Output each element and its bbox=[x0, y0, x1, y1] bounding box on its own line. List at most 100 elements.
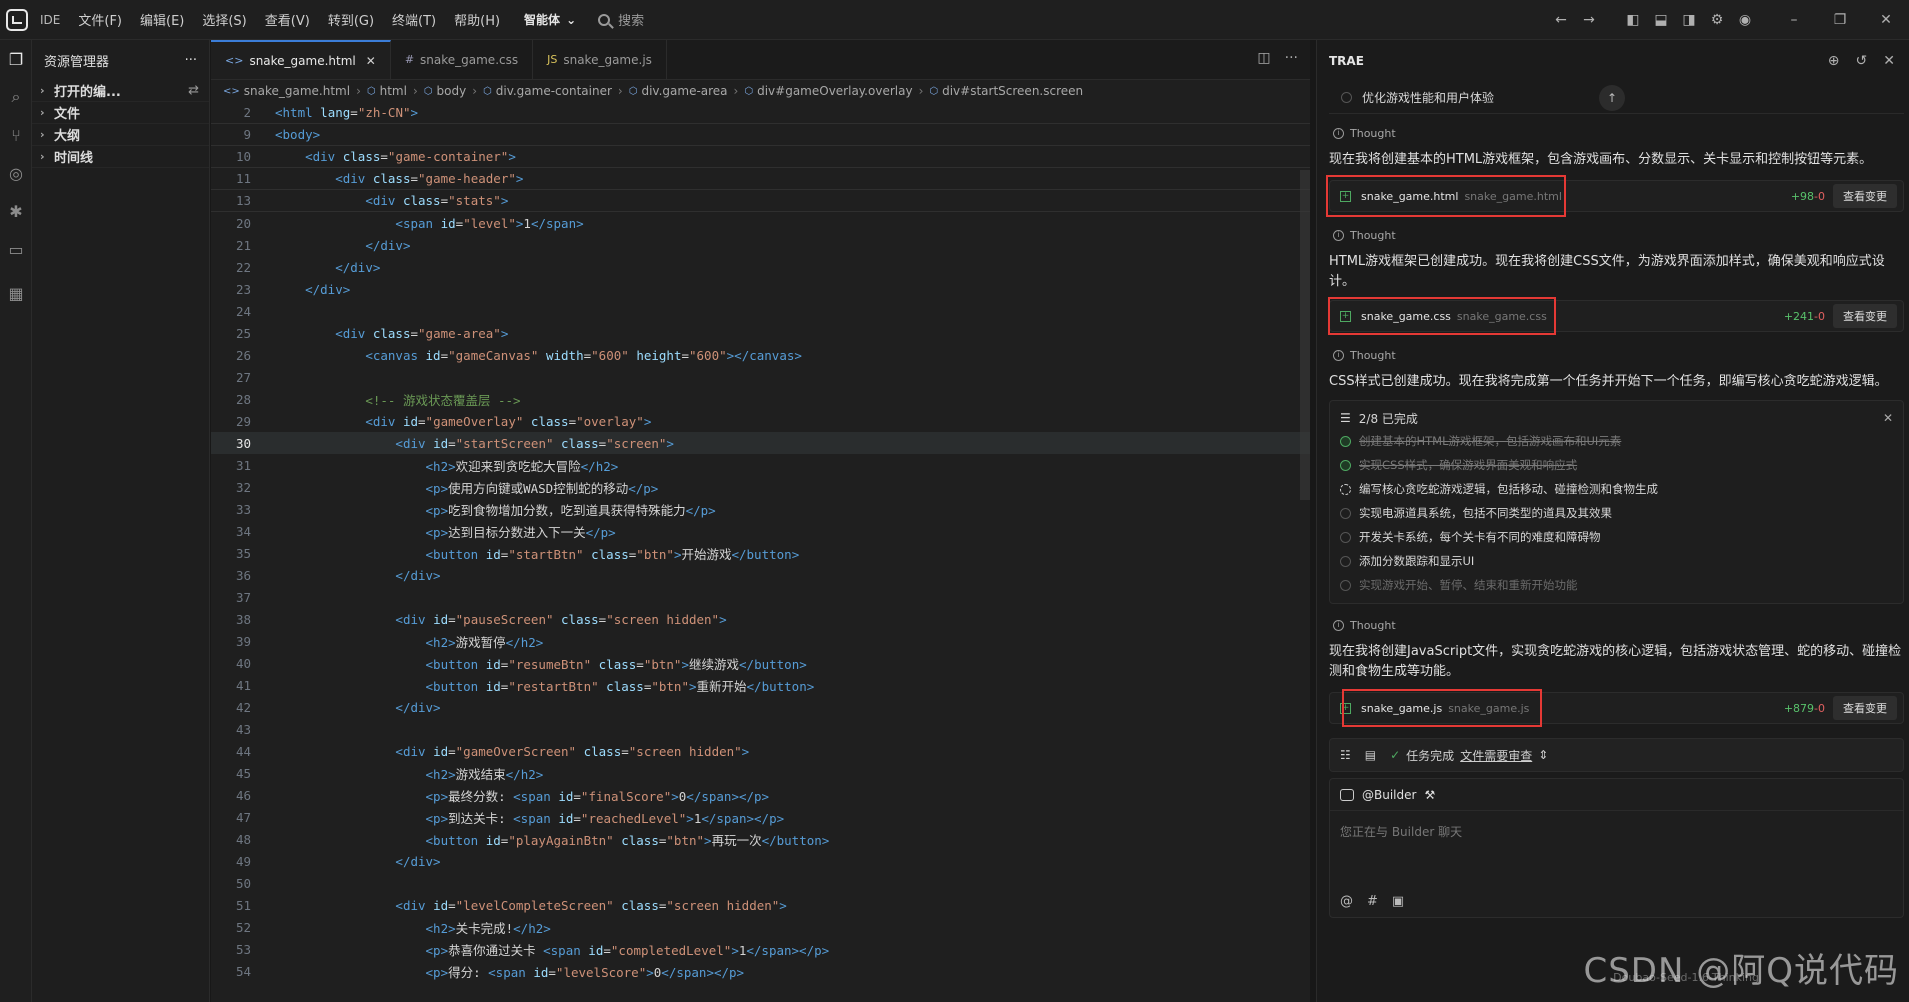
tab-snake-game-js[interactable]: JS snake_game.js bbox=[533, 40, 667, 79]
code-line[interactable]: 32 <p>使用方向键或WASD控制蛇的移动</p> bbox=[211, 476, 1310, 498]
toggle-aux-bar-icon[interactable]: ◨ bbox=[1675, 12, 1703, 28]
mention-at-icon[interactable]: @ bbox=[1340, 894, 1353, 909]
menu-terminal[interactable]: 终端(T) bbox=[392, 10, 436, 29]
chat-input[interactable]: 您正在与 Builder 聊天 bbox=[1330, 811, 1903, 852]
tools-icon[interactable]: ⚒ bbox=[1424, 788, 1435, 802]
breadcrumb-item[interactable]: div.game-area bbox=[641, 84, 727, 98]
preview-eye-icon[interactable]: ◎ bbox=[0, 154, 32, 192]
code-line[interactable]: 29 <div id="gameOverlay" class="overlay"… bbox=[211, 410, 1310, 432]
code-line[interactable]: 28 <!-- 游戏状态覆盖层 --> bbox=[211, 388, 1310, 410]
thought-toggle[interactable]: i Thought bbox=[1329, 614, 1904, 636]
tab-snake-game-html[interactable]: <> snake_game.html ✕ bbox=[211, 40, 391, 79]
tab-snake-game-css[interactable]: # snake_game.css bbox=[391, 40, 534, 79]
split-editor-icon[interactable]: ◫ bbox=[1257, 50, 1270, 66]
code-line[interactable]: 48 <button id="playAgainBtn" class="btn"… bbox=[211, 828, 1310, 850]
code-line[interactable]: 33 <p>吃到食物增加分数，吃到道具获得特殊能力</p> bbox=[211, 498, 1310, 520]
app-logo-icon[interactable] bbox=[6, 8, 28, 31]
extensions-icon[interactable]: ▦ bbox=[0, 274, 32, 312]
code-line[interactable]: 20 <span id="level">1</span> bbox=[211, 212, 1310, 234]
menu-select[interactable]: 选择(S) bbox=[202, 10, 246, 29]
breadcrumb-item[interactable]: html bbox=[380, 84, 407, 98]
view-changes-button[interactable]: 查看变更 bbox=[1833, 184, 1897, 208]
code-line[interactable]: 47 <p>到达关卡: <span id="reachedLevel">1</s… bbox=[211, 806, 1310, 828]
window-close-icon[interactable]: ✕ bbox=[1863, 12, 1909, 28]
code-line[interactable]: 38 <div id="pauseScreen" class="screen h… bbox=[211, 608, 1310, 630]
explorer-section-timeline[interactable]: › 时间线 bbox=[32, 146, 209, 168]
explorer-section-outline[interactable]: › 大纲 bbox=[32, 124, 209, 146]
new-chat-icon[interactable]: ⊕ bbox=[1828, 53, 1840, 69]
breadcrumb-item[interactable]: body bbox=[437, 84, 467, 98]
code-line[interactable]: 42 </div> bbox=[211, 696, 1310, 718]
ide-label[interactable]: IDE bbox=[40, 13, 60, 27]
file-change-card[interactable]: + snake_game.css snake_game.css +241-0 查… bbox=[1328, 297, 1904, 335]
code-line[interactable]: 23 </div> bbox=[211, 278, 1310, 300]
code-line[interactable]: 25 <div class="game-area"> bbox=[211, 322, 1310, 344]
code-line[interactable]: 53 <p>恭喜你通过关卡 <span id="completedLevel">… bbox=[211, 938, 1310, 960]
code-line[interactable]: 54 <p>得分: <span id="levelScore">0</span>… bbox=[211, 960, 1310, 982]
search-button[interactable]: 搜索 bbox=[598, 10, 644, 29]
chevron-updown-icon[interactable]: ⇕ bbox=[1538, 748, 1548, 762]
minimize-icon[interactable]: – bbox=[1771, 12, 1817, 28]
hash-context-icon[interactable]: # bbox=[1367, 894, 1378, 909]
code-line[interactable]: 31 <h2>欢迎来到贪吃蛇大冒险</h2> bbox=[211, 454, 1310, 476]
account-icon[interactable]: ◉ bbox=[1731, 12, 1759, 28]
editor-scrollbar[interactable] bbox=[1300, 170, 1310, 500]
code-line[interactable]: 24 bbox=[211, 300, 1310, 322]
file-change-card[interactable]: + snake_game.html snake_game.html +98-0 … bbox=[1326, 175, 1904, 217]
code-editor[interactable]: 2 <html lang="zh-CN"> 9 <body> 10 <div class… bbox=[211, 102, 1310, 982]
code-line[interactable]: 44 <div id="gameOverScreen" class="scree… bbox=[211, 740, 1310, 762]
history-icon[interactable]: ↺ bbox=[1856, 53, 1868, 69]
sliders-icon[interactable]: ⇄ bbox=[188, 83, 199, 98]
explorer-section-files[interactable]: › 文件 bbox=[32, 102, 209, 124]
breadcrumb-item[interactable]: snake_game.html bbox=[244, 84, 350, 98]
code-line[interactable]: 22 </div> bbox=[211, 256, 1310, 278]
thought-toggle[interactable]: i Thought bbox=[1329, 344, 1904, 366]
menu-view[interactable]: 查看(V) bbox=[265, 10, 310, 29]
more-actions-icon[interactable]: ··· bbox=[185, 53, 197, 68]
menu-edit[interactable]: 编辑(E) bbox=[140, 10, 184, 29]
code-line[interactable]: 41 <button id="restartBtn" class="btn">重… bbox=[211, 674, 1310, 696]
settings-gear-icon[interactable]: ⚙ bbox=[1703, 12, 1731, 28]
breadcrumb-item[interactable]: div.game-container bbox=[496, 84, 612, 98]
code-line[interactable]: 26 <canvas id="gameCanvas" width="600" h… bbox=[211, 344, 1310, 366]
code-line[interactable]: 46 <p>最终分数: <span id="finalScore">0</spa… bbox=[211, 784, 1310, 806]
more-actions-icon[interactable]: ··· bbox=[1285, 50, 1298, 66]
code-line[interactable]: 10 <div class="game-container"> bbox=[211, 146, 1310, 168]
debug-bug-icon[interactable]: ✱ bbox=[0, 192, 32, 230]
document-icon[interactable]: ▤ bbox=[1365, 748, 1376, 762]
menu-goto[interactable]: 转到(G) bbox=[328, 10, 374, 29]
code-line[interactable]: 21 </div> bbox=[211, 234, 1310, 256]
scroll-up-icon[interactable]: ↑ bbox=[1599, 84, 1626, 111]
code-line[interactable]: 13 <div class="stats"> bbox=[211, 190, 1310, 212]
code-line[interactable]: 51 <div id="levelCompleteScreen" class="… bbox=[211, 894, 1310, 916]
restore-icon[interactable]: ❐ bbox=[1817, 12, 1863, 28]
back-arrow-icon[interactable]: ← bbox=[1547, 12, 1575, 28]
breadcrumb-item[interactable]: div#gameOverlay.overlay bbox=[757, 84, 912, 98]
menu-help[interactable]: 帮助(H) bbox=[454, 10, 500, 29]
code-line[interactable]: 49 </div> bbox=[211, 850, 1310, 872]
toggle-sidebar-icon[interactable]: ◧ bbox=[1619, 12, 1647, 28]
thought-toggle[interactable]: i Thought bbox=[1329, 224, 1904, 246]
code-line[interactable]: 2 <html lang="zh-CN"> bbox=[211, 102, 1310, 124]
code-line[interactable]: 52 <h2>关卡完成!</h2> bbox=[211, 916, 1310, 938]
file-change-card[interactable]: + snake_game.js snake_game.js +879-0 查看变… bbox=[1329, 689, 1904, 727]
code-line[interactable]: 30 <div id="startScreen" class="screen"> bbox=[211, 432, 1310, 454]
code-line[interactable]: 37 bbox=[211, 586, 1310, 608]
explorer-section-open-editors[interactable]: › 打开的编... ⇄ bbox=[32, 80, 209, 102]
forward-arrow-icon[interactable]: → bbox=[1575, 12, 1603, 28]
code-line[interactable]: 43 bbox=[211, 718, 1310, 740]
code-line[interactable]: 40 <button id="resumeBtn" class="btn">继续… bbox=[211, 652, 1310, 674]
code-line[interactable]: 11 <div class="game-header"> bbox=[211, 168, 1310, 190]
code-line[interactable]: 36 </div> bbox=[211, 564, 1310, 586]
agent-mention[interactable]: @Builder ⚒ bbox=[1330, 779, 1903, 811]
search-view-icon[interactable]: ⌕ bbox=[0, 78, 32, 116]
code-line[interactable]: 45 <h2>游戏结束</h2> bbox=[211, 762, 1310, 784]
remote-explorer-icon[interactable]: ▭ bbox=[0, 230, 32, 268]
menu-file[interactable]: 文件(F) bbox=[78, 10, 122, 29]
source-control-icon[interactable]: ⑂ bbox=[0, 116, 32, 154]
collapse-icon[interactable]: ✕ bbox=[1883, 411, 1893, 425]
code-line[interactable]: 39 <h2>游戏暂停</h2> bbox=[211, 630, 1310, 652]
toggle-panel-icon[interactable]: ⬓ bbox=[1647, 12, 1675, 28]
view-changes-button[interactable]: 查看变更 bbox=[1833, 696, 1897, 720]
agent-dropdown[interactable]: 智能体 ⌄ bbox=[524, 11, 576, 28]
